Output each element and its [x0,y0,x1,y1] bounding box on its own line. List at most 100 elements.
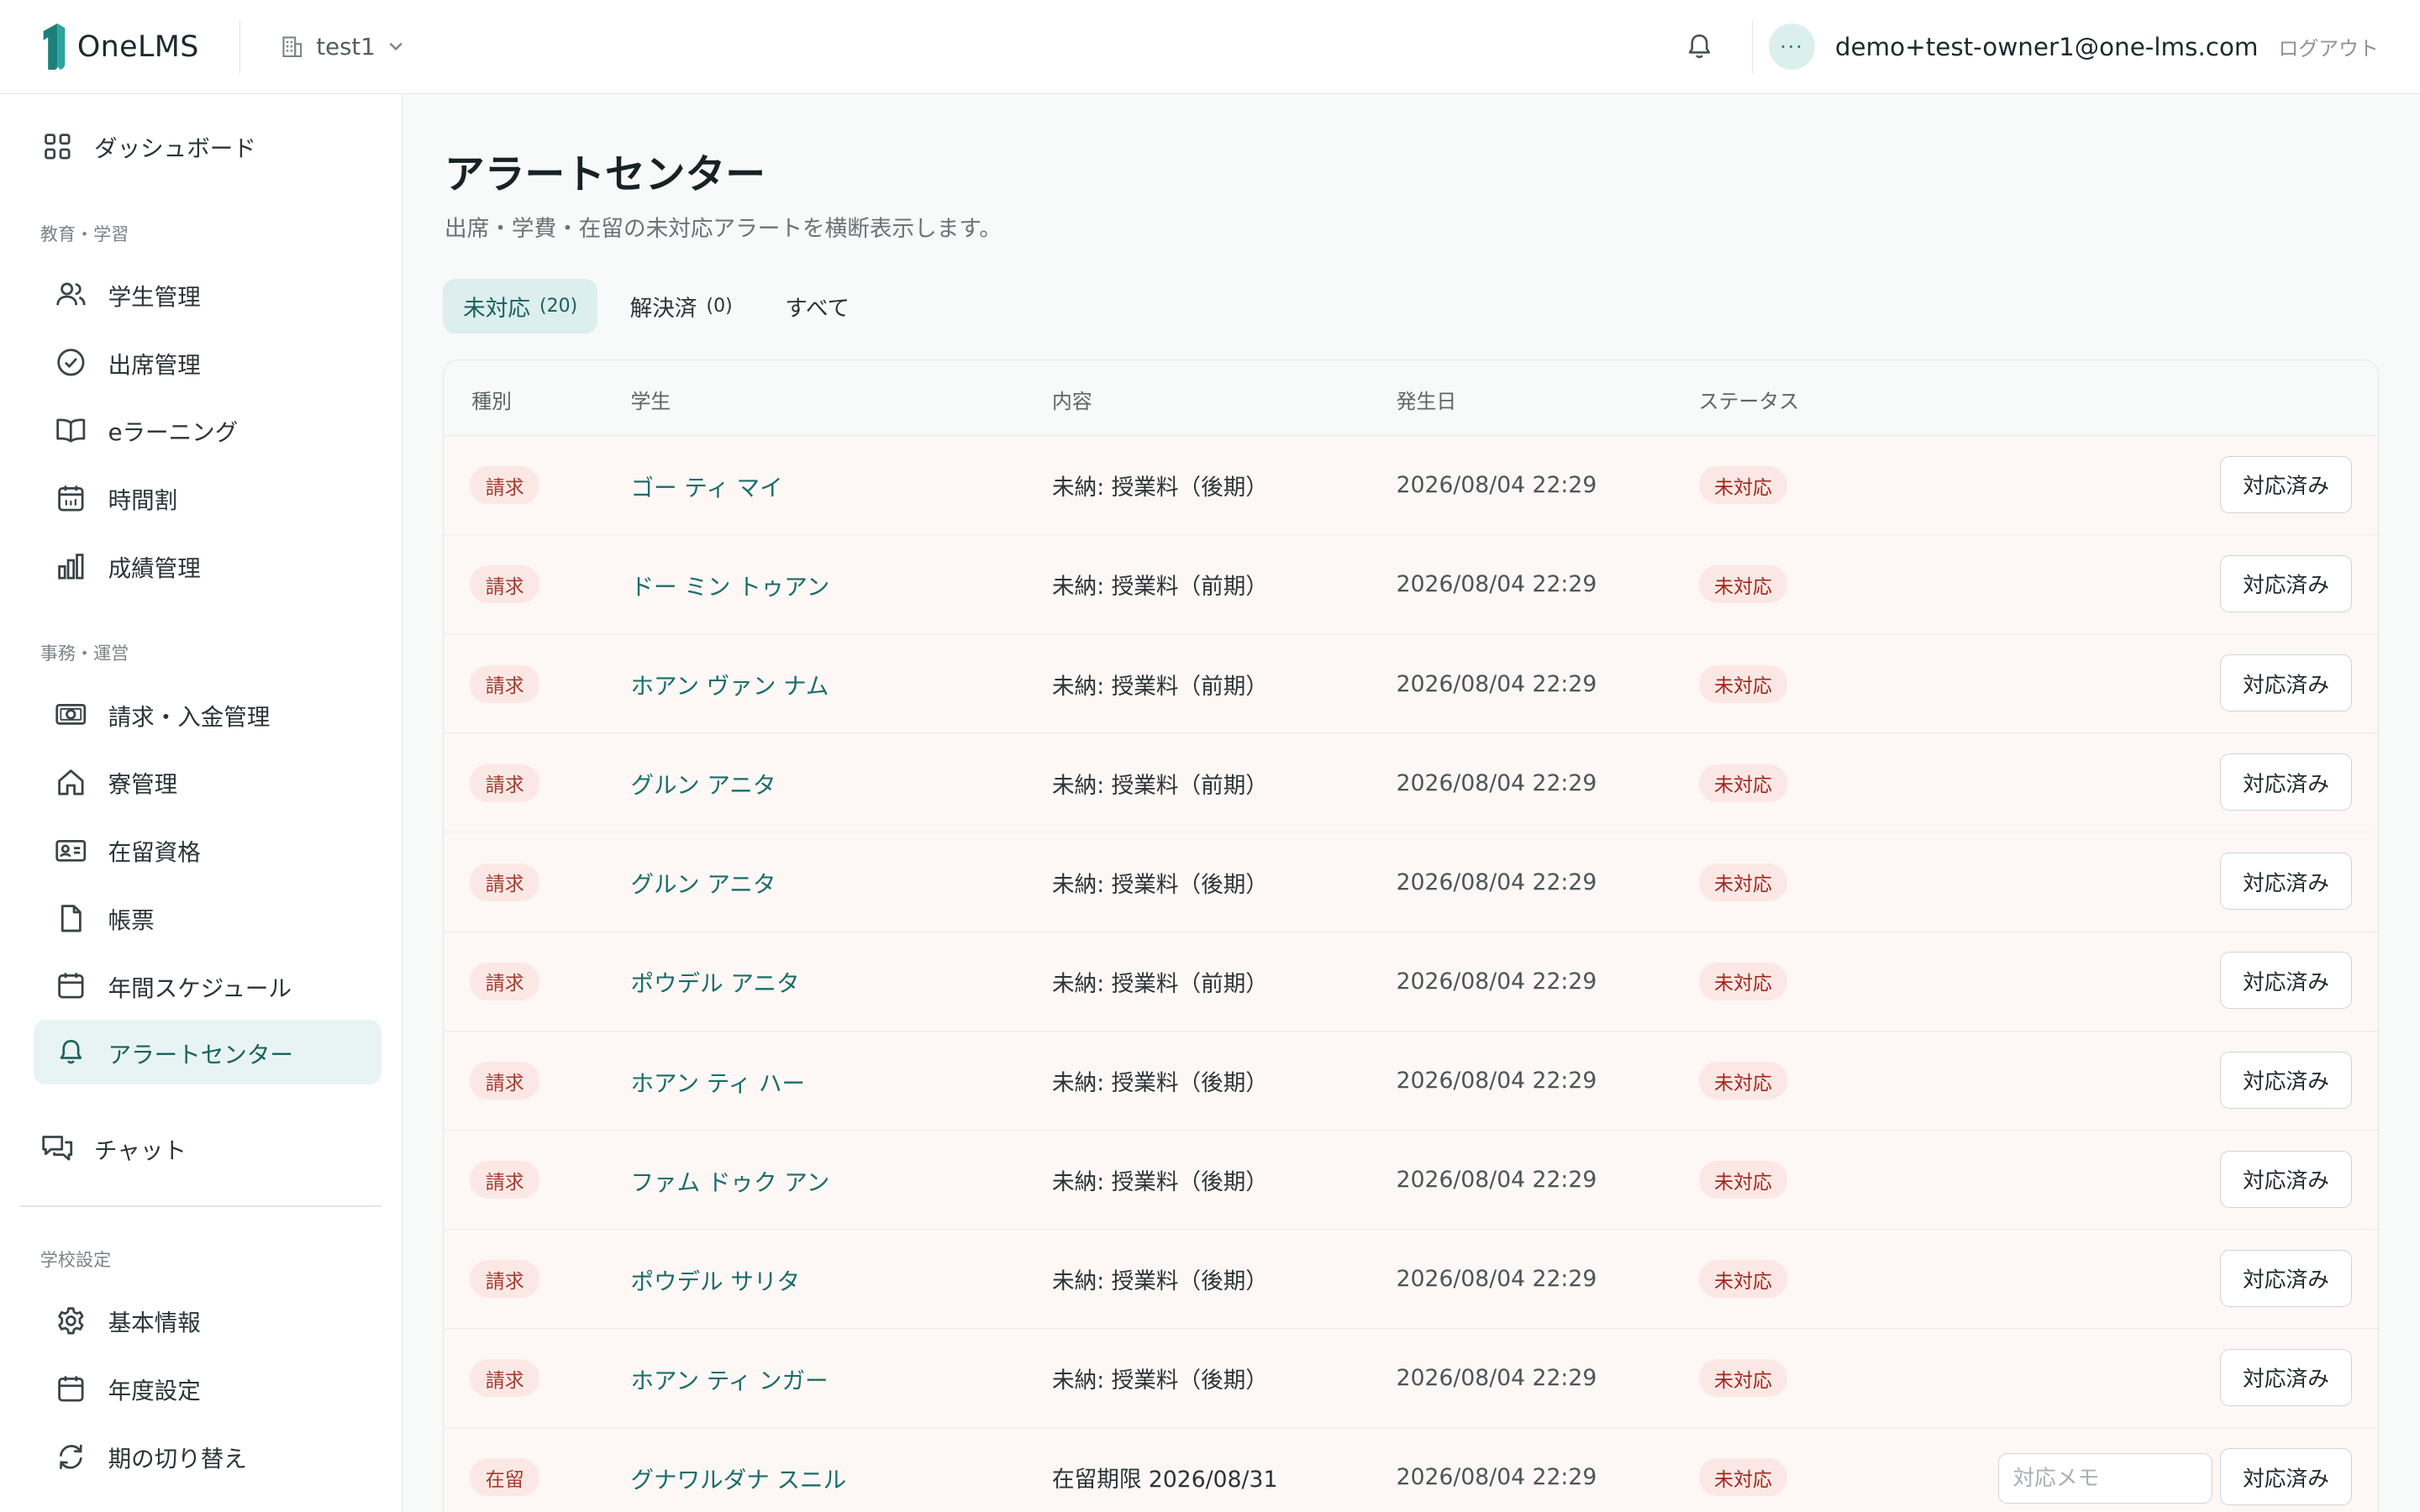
mark-resolved-button[interactable]: 対応済み [2220,654,2352,712]
status-cell: 未対応 [1698,1329,1788,1428]
student-link[interactable]: ポウデル サリタ [630,1263,800,1296]
student-link[interactable]: ドー ミン トゥアン [630,568,829,601]
alert-content: 未納: 授業料（後期） [1051,871,1269,898]
main-content: アラートセンター 出席・学費・在留の未対応アラートを横断表示します。 未対応 (… [402,94,2420,1512]
tenant-switcher[interactable]: test1 [281,34,417,60]
alert-content: 未納: 授業料（前期） [1051,574,1269,601]
mark-resolved-button[interactable]: 対応済み [2220,1150,2352,1208]
page-title: アラートセンター [445,151,766,198]
occurred-date: 2026/08/04 22:29 [1396,571,1597,598]
status-cell: 未対応 [1698,436,1788,535]
student-link[interactable]: ホアン ティ ハー [630,1064,805,1098]
sidebar-item-alert-center[interactable]: アラートセンター [34,1020,381,1085]
type-badge: 請求 [470,466,540,505]
sidebar-item-grades[interactable]: 成績管理 [34,534,381,599]
status-cell: 未対応 [1698,1428,1788,1512]
logout-link[interactable]: ログアウト [2278,32,2378,61]
sidebar-item-dormitory[interactable]: 寮管理 [34,750,381,815]
student-link[interactable]: ファム ドゥク アン [630,1163,829,1197]
sidebar-item-basic-info[interactable]: 基本情報 [34,1289,381,1353]
mark-resolved-button[interactable]: 対応済み [2220,1448,2352,1506]
onelms-logo-icon [43,23,66,71]
mark-resolved-button[interactable]: 対応済み [2220,1051,2352,1109]
type-badge: 請求 [470,863,540,901]
status-badge: 未対応 [1698,962,1788,1000]
student-link[interactable]: ホアン ティ ンガー [630,1362,828,1395]
avatar[interactable]: ··· [1768,23,1815,71]
sidebar-item-documents[interactable]: 帳票 [34,885,381,950]
mark-resolved-button[interactable]: 対応済み [2220,1348,2352,1406]
student-cell: ゴー ティ マイ [630,436,782,535]
sidebar-item-timetable[interactable]: 時間割 [34,466,381,531]
id-card-icon [54,833,87,867]
occurred-date: 2026/08/04 22:29 [1396,769,1597,796]
sidebar-item-students[interactable]: 学生管理 [34,262,381,327]
content-cell: 未納: 授業料（後期） [1052,1032,1268,1131]
notifications-button[interactable] [1681,28,1718,65]
mark-resolved-button[interactable]: 対応済み [2220,1249,2352,1307]
mark-resolved-button[interactable]: 対応済み [2220,753,2352,811]
student-link[interactable]: グルン アニタ [630,766,776,800]
type-cell: 請求 [470,1329,540,1428]
mark-resolved-button[interactable]: 対応済み [2220,952,2352,1010]
sidebar-item-elearning[interactable]: eラーニング [34,398,381,463]
student-link[interactable]: グルン アニタ [630,865,776,899]
alert-content: 未納: 授業料（後期） [1051,1368,1269,1394]
calendar-icon [54,1372,87,1405]
status-cell: 未対応 [1698,634,1788,733]
sidebar-item-chat[interactable]: チャット [34,1116,381,1180]
status-cell: 未対応 [1698,932,1788,1032]
content-cell: 未納: 授業料（後期） [1052,832,1268,932]
bell-icon [1688,34,1710,59]
student-link[interactable]: ポウデル アニタ [630,964,799,998]
chat-bubbles-icon [40,1131,74,1165]
app-logo[interactable]: OneLMS [40,22,199,71]
content-cell: 未納: 授業料（前期） [1052,634,1268,733]
type-badge: 請求 [470,1062,540,1100]
date-cell: 2026/08/04 22:29 [1397,535,1597,634]
chevron-down-icon [389,43,403,51]
tab-all[interactable]: すべて [765,279,870,333]
users-icon [54,278,87,312]
student-link[interactable]: ゴー ティ マイ [630,469,782,502]
status-badge: 未対応 [1698,764,1788,802]
sidebar-item-residence-status[interactable]: 在留資格 [34,818,381,883]
occurred-date: 2026/08/04 22:29 [1396,1068,1597,1094]
content-cell: 未納: 授業料（前期） [1052,733,1268,832]
status-badge: 未対応 [1698,1062,1788,1100]
sidebar-section-school: 学校設定 [39,1249,112,1271]
sidebar-item-annual-schedule[interactable]: 年間スケジュール [34,953,381,1018]
sidebar-item-label: ダッシュボード [94,135,256,163]
sidebar-item-dashboard[interactable]: ダッシュボード [34,114,381,179]
student-cell: ホアン ティ ハー [630,1032,805,1131]
status-badge: 未対応 [1698,1458,1788,1497]
memo-input[interactable] [1997,1452,2213,1504]
tab-label: すべて [785,296,850,323]
sidebar-item-label: 基本情報 [108,1310,201,1337]
student-link[interactable]: ホアン ヴァン ナム [630,667,829,701]
sidebar-item-billing[interactable]: 請求・入金管理 [34,682,381,747]
mark-resolved-button[interactable]: 対応済み [2220,853,2352,911]
tab-unresolved[interactable]: 未対応 (20) [443,279,598,333]
bell-icon [54,1036,87,1069]
status-badge: 未対応 [1698,1359,1788,1398]
sidebar-item-term-switch[interactable]: 期の切り替え [34,1425,381,1489]
mark-resolved-button[interactable]: 対応済み [2220,555,2352,612]
tab-count: (20) [539,296,578,318]
table-row: 請求 ゴー ティ マイ 未納: 授業料（後期） 2026/08/04 22:29 未対応… [444,436,2378,536]
table-row: 請求 ポウデル アニタ 未納: 授業料（前期） 2026/08/04 22:29 未対応… [444,932,2378,1032]
occurred-date: 2026/08/04 22:29 [1396,869,1597,895]
user-email: demo+test-owner1@one-lms.com [1834,32,2259,61]
tab-resolved[interactable]: 解決済 (0) [610,279,753,333]
sidebar-item-label: チャット [94,1137,187,1164]
mark-resolved-button[interactable]: 対応済み [2220,455,2352,513]
sidebar-item-fiscal-year[interactable]: 年度設定 [34,1357,381,1421]
column-header-student: 学生 [630,390,671,414]
type-badge: 請求 [470,664,540,703]
alerts-table: 種別 学生 内容 発生日 ステータス 請求 ゴー ティ マイ 未納: 授業料（後期）… [443,360,2379,1512]
date-cell: 2026/08/04 22:29 [1397,1131,1597,1230]
type-badge: 請求 [470,565,540,604]
student-link[interactable]: グナワルダナ スニル [630,1461,846,1494]
tab-count: (0) [706,296,733,318]
sidebar-item-attendance[interactable]: 出席管理 [34,330,381,395]
